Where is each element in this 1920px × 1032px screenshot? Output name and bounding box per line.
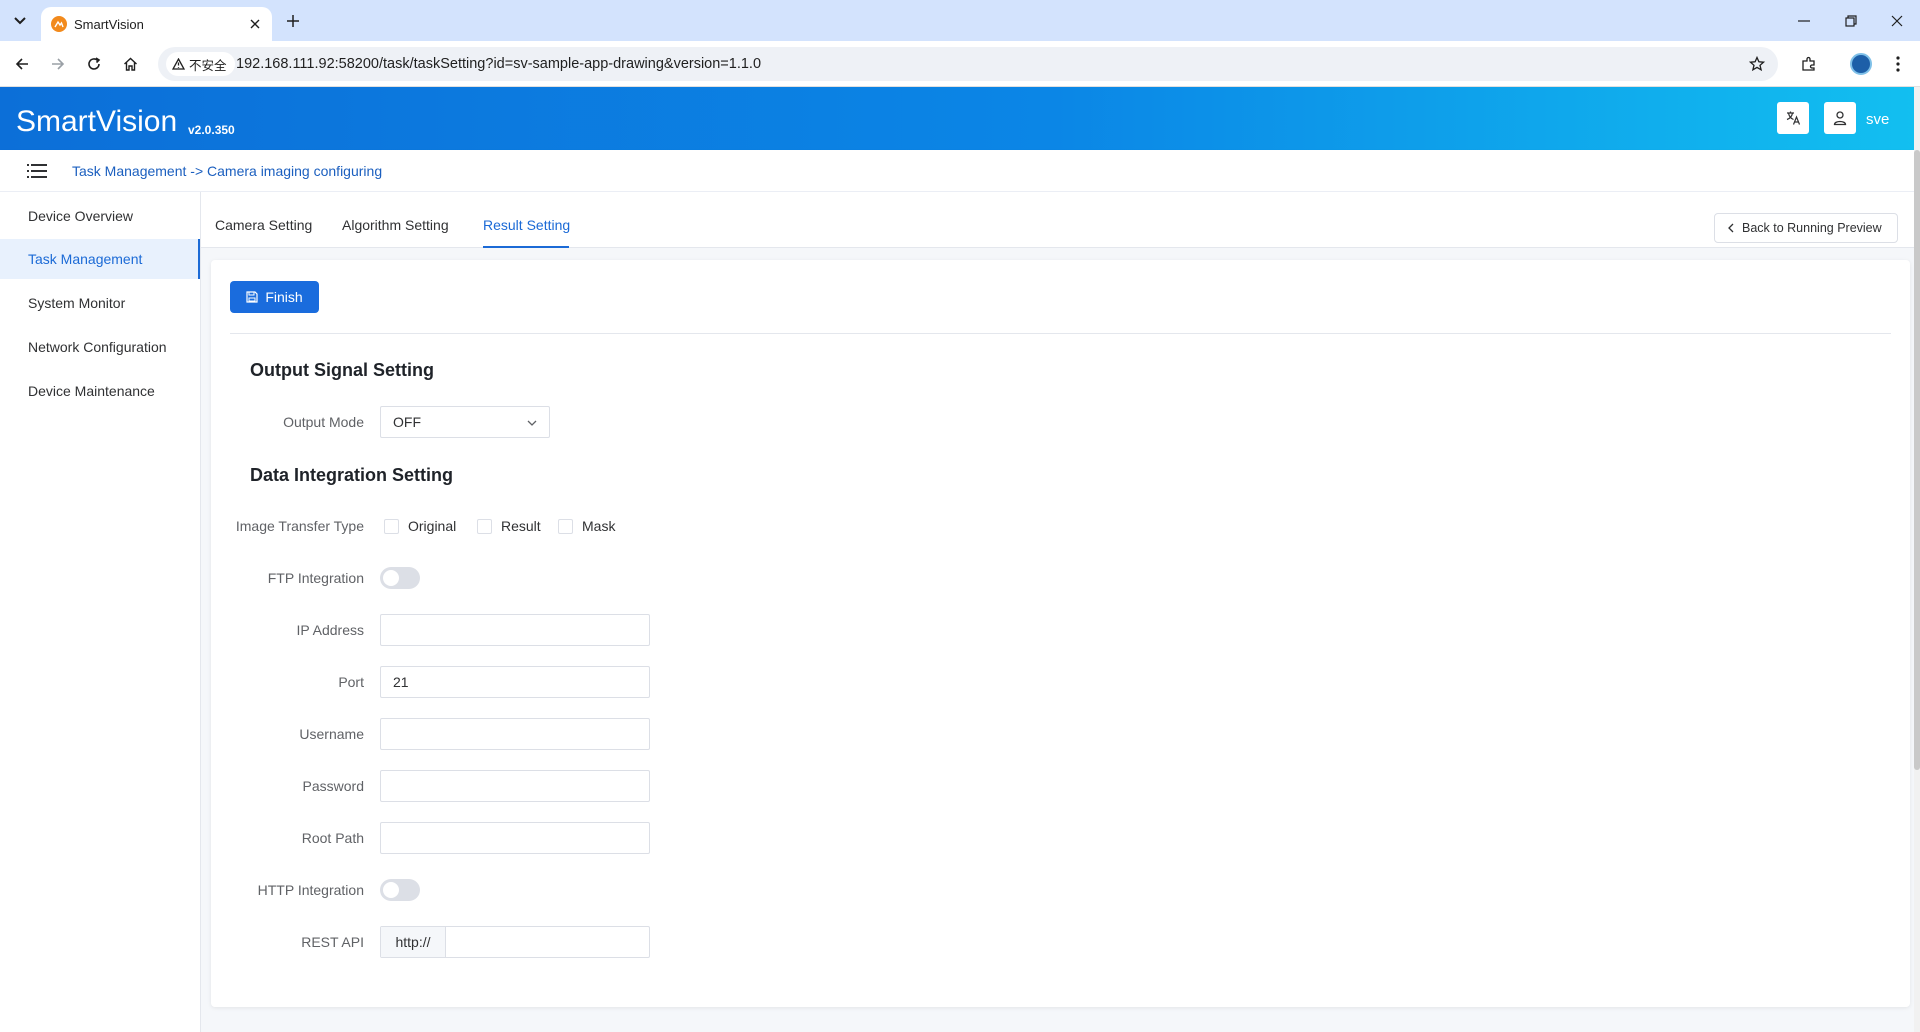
sidebar-item-label: Device Maintenance [28, 383, 155, 399]
browser-tab-title: SmartVision [74, 17, 144, 32]
image-transfer-type-label: Image Transfer Type [235, 518, 364, 534]
password-input[interactable] [380, 770, 650, 802]
sidebar: Device Overview Task Management System M… [0, 192, 201, 1032]
reload-icon[interactable] [82, 52, 106, 76]
user-name[interactable]: sve [1866, 111, 1889, 128]
back-to-running-preview-button[interactable]: Back to Running Preview [1714, 213, 1898, 243]
url-text[interactable]: 192.168.111.92:58200/task/taskSetting?id… [236, 56, 761, 72]
checkbox-result-label[interactable]: Result [501, 518, 541, 534]
tab-algorithm-setting[interactable]: Algorithm Setting [342, 217, 449, 233]
rest-api-label: REST API [301, 934, 364, 950]
ip-address-label: IP Address [296, 622, 364, 638]
new-tab-plus-icon[interactable] [282, 10, 304, 32]
security-label: 不安全 [189, 58, 227, 73]
switch-knob [383, 570, 399, 586]
port-label: Port [338, 674, 364, 690]
switch-knob [383, 882, 399, 898]
output-mode-label: Output Mode [283, 414, 364, 430]
rest-api-input-group: http:// [380, 926, 650, 958]
restore-window-icon[interactable] [1838, 8, 1864, 34]
page-scrollbar-thumb[interactable] [1914, 150, 1920, 770]
tab-result-setting[interactable]: Result Setting [483, 217, 570, 233]
ip-address-input[interactable] [380, 614, 650, 646]
bookmark-star-icon[interactable] [1746, 53, 1768, 75]
close-tab-icon[interactable] [246, 15, 264, 33]
app-header: SmartVision v2.0.350 sve [0, 87, 1914, 150]
root-path-input[interactable] [380, 822, 650, 854]
browser-toolbar: 不安全 192.168.111.92:58200/task/taskSettin… [0, 41, 1920, 87]
sidebar-item-network-configuration[interactable]: Network Configuration [0, 327, 200, 367]
settings-tabs: Camera Setting Algorithm Setting Result … [201, 192, 1914, 248]
checkbox-original[interactable] [384, 519, 399, 534]
sidebar-item-device-overview[interactable]: Device Overview [0, 196, 200, 236]
checkbox-result[interactable] [477, 519, 492, 534]
extensions-puzzle-icon[interactable] [1797, 52, 1821, 76]
chevron-left-icon [1728, 223, 1734, 233]
password-label: Password [302, 778, 364, 794]
warning-triangle-icon [172, 58, 185, 70]
menu-toggle-hamburger-icon[interactable] [27, 162, 47, 180]
root-path-label: Root Path [301, 830, 364, 846]
browser-tab[interactable]: SmartVision [41, 7, 272, 41]
sidebar-item-label: System Monitor [28, 295, 126, 311]
tab-search-chevron-icon[interactable] [8, 9, 32, 33]
ftp-integration-switch[interactable] [380, 567, 420, 589]
sidebar-item-label: Device Overview [28, 208, 134, 224]
username-input[interactable] [380, 718, 650, 750]
rest-api-input[interactable] [446, 927, 649, 957]
user-icon[interactable] [1824, 102, 1856, 134]
finish-button[interactable]: Finish [230, 281, 319, 313]
http-integration-switch[interactable] [380, 879, 420, 901]
address-bar[interactable]: 不安全 192.168.111.92:58200/task/taskSettin… [158, 47, 1778, 81]
username-label: Username [299, 726, 364, 742]
active-tab-indicator [483, 246, 569, 248]
checkbox-mask[interactable] [558, 519, 573, 534]
output-signal-title: Output Signal Setting [250, 360, 434, 380]
save-disk-icon [246, 291, 258, 303]
browser-tabstrip: SmartVision [0, 0, 1920, 41]
minimize-window-icon[interactable] [1791, 8, 1817, 34]
back-arrow-icon[interactable] [10, 52, 34, 76]
chevron-down-icon [527, 420, 537, 426]
app-version: v2.0.350 [188, 123, 235, 137]
close-window-icon[interactable] [1884, 8, 1910, 34]
sidebar-item-label: Network Configuration [28, 339, 167, 355]
ftp-integration-label: FTP Integration [267, 570, 364, 586]
forward-arrow-icon[interactable] [46, 52, 70, 76]
port-input[interactable]: 21 [380, 666, 650, 698]
port-value: 21 [393, 674, 409, 690]
checkbox-mask-label[interactable]: Mask [582, 518, 615, 534]
output-mode-value: OFF [393, 414, 421, 430]
http-integration-label: HTTP Integration [257, 882, 364, 898]
language-translate-icon[interactable] [1777, 102, 1809, 134]
home-icon[interactable] [118, 52, 142, 76]
browser-menu-kebab-icon[interactable] [1886, 52, 1910, 76]
sidebar-item-device-maintenance[interactable]: Device Maintenance [0, 371, 200, 411]
back-button-label: Back to Running Preview [1742, 221, 1882, 235]
breadcrumb-bar: Task Management -> Camera imaging config… [0, 150, 1914, 192]
checkbox-original-label[interactable]: Original [408, 518, 456, 534]
rest-api-prefix: http:// [381, 927, 446, 957]
smartvision-favicon-icon [51, 16, 67, 32]
tab-camera-setting[interactable]: Camera Setting [215, 217, 312, 233]
card-divider [230, 333, 1891, 334]
output-mode-select[interactable]: OFF [380, 406, 550, 438]
sidebar-item-system-monitor[interactable]: System Monitor [0, 283, 200, 323]
security-chip[interactable]: 不安全 [166, 52, 235, 76]
data-integration-title: Data Integration Setting [250, 465, 454, 485]
sidebar-item-label: Task Management [28, 251, 143, 267]
app-brand: SmartVision [16, 105, 178, 138]
sidebar-item-task-management[interactable]: Task Management [0, 239, 200, 279]
breadcrumb[interactable]: Task Management -> Camera imaging config… [72, 163, 382, 179]
finish-button-label: Finish [265, 289, 303, 305]
profile-avatar-icon[interactable] [1850, 53, 1872, 75]
